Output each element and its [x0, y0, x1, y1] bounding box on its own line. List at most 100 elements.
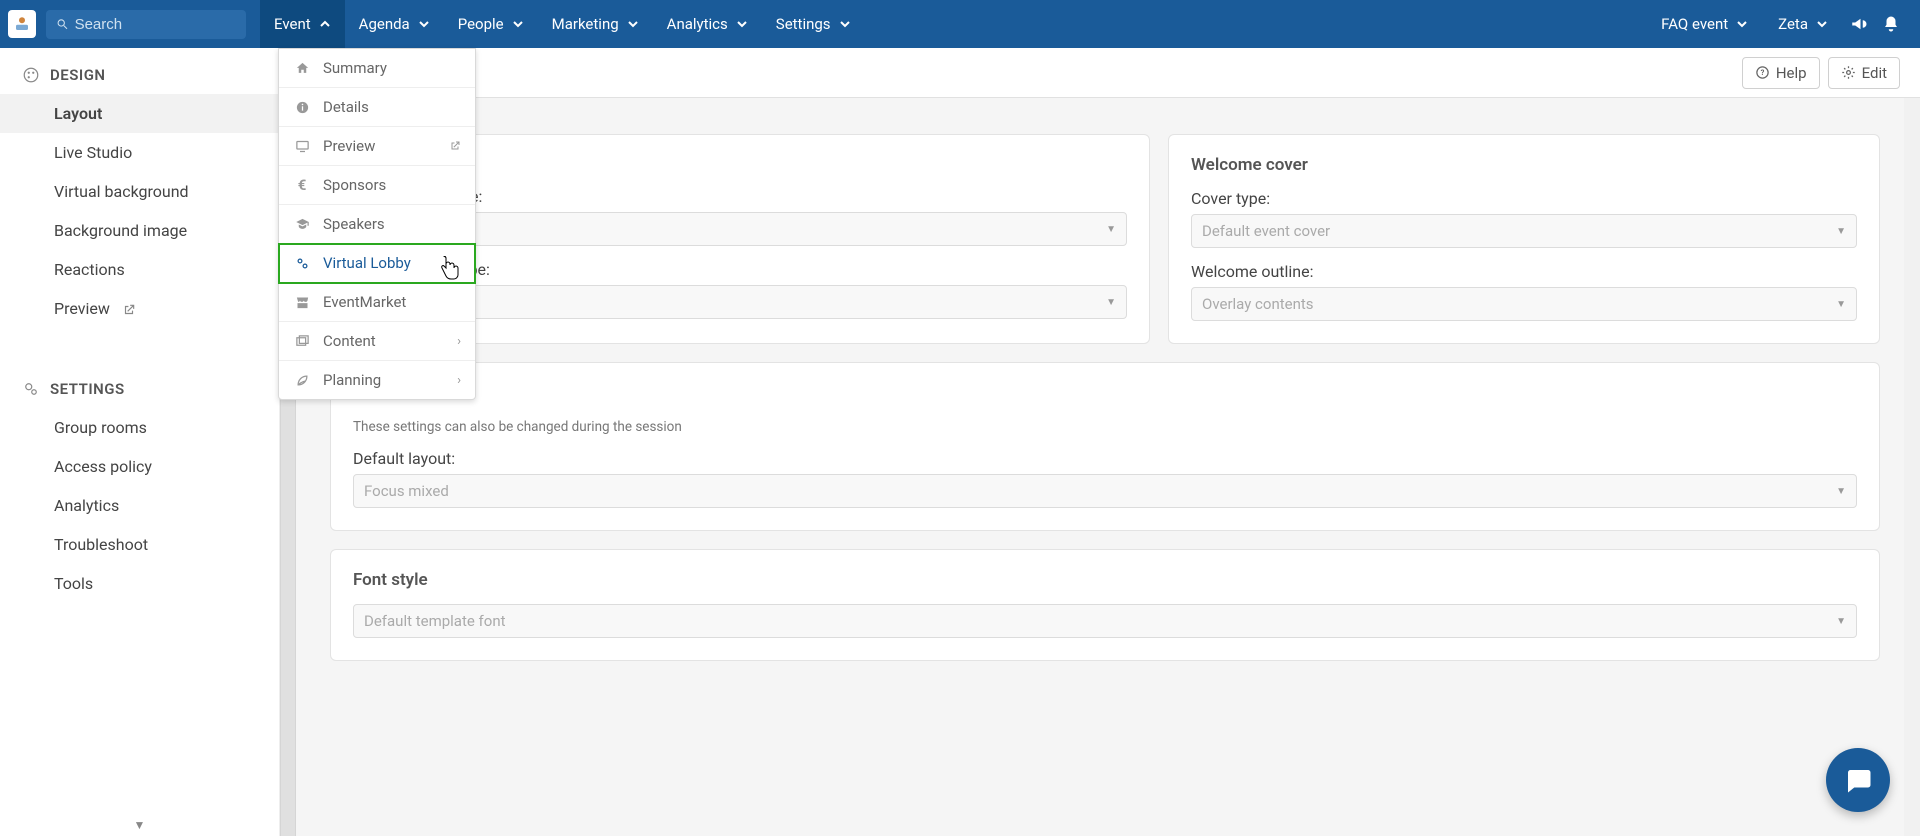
- info-icon: [293, 100, 311, 115]
- chat-fab[interactable]: [1826, 748, 1890, 812]
- dd-item-preview[interactable]: Preview: [279, 127, 475, 166]
- nav-marketing[interactable]: Marketing: [538, 0, 653, 48]
- nav-user-label: Zeta: [1778, 15, 1808, 33]
- svg-text:?: ?: [1760, 68, 1764, 77]
- sidebar-item-access-policy[interactable]: Access policy: [0, 447, 279, 486]
- nav-people-label: People: [458, 15, 504, 33]
- chevron-right-icon: ›: [457, 334, 461, 349]
- dd-label: Preview: [323, 137, 375, 155]
- app-logo[interactable]: [8, 10, 36, 38]
- dd-item-virtual-lobby[interactable]: Virtual Lobby: [279, 244, 475, 283]
- images-icon: [293, 334, 311, 349]
- dd-item-sponsors[interactable]: € Sponsors: [279, 166, 475, 205]
- chevron-down-icon: [736, 18, 748, 30]
- dropdown-caret-icon: ▼: [1106, 297, 1116, 308]
- search-icon: [56, 17, 69, 31]
- nav-faq-event[interactable]: FAQ event: [1653, 15, 1756, 33]
- dropdown-caret-icon: ▼: [1106, 224, 1116, 235]
- default-layout-select[interactable]: Focus mixed ▼: [353, 474, 1857, 508]
- nav-marketing-label: Marketing: [552, 15, 619, 33]
- gears-icon: [22, 380, 40, 398]
- edit-button[interactable]: Edit: [1828, 57, 1900, 89]
- dd-item-planning[interactable]: Planning ›: [279, 361, 475, 399]
- cover-type-select[interactable]: Default event cover ▼: [1191, 214, 1857, 248]
- layout-card: These settings can also be changed durin…: [330, 362, 1880, 531]
- nav-faq-event-label: FAQ event: [1661, 15, 1728, 33]
- default-layout-label: Default layout:: [353, 449, 1857, 468]
- welcome-cover-card: Welcome cover Cover type: Default event …: [1168, 134, 1880, 344]
- right-nav: FAQ event Zeta: [1653, 15, 1900, 33]
- font-style-title: Font style: [353, 570, 1857, 590]
- chevron-down-icon: [1736, 18, 1748, 30]
- nav-event-label: Event: [274, 15, 311, 33]
- sidebar-scroll-down-icon[interactable]: ▼: [134, 818, 146, 832]
- external-link-icon: [122, 299, 136, 318]
- help-button[interactable]: ? Help: [1742, 57, 1820, 89]
- graduation-icon: [293, 217, 311, 232]
- dd-label: Planning: [323, 371, 381, 389]
- page-scrollbar[interactable]: [1904, 98, 1920, 836]
- sidebar-item-virtual-background[interactable]: Virtual background: [0, 172, 279, 211]
- sidebar-design-label: DESIGN: [50, 66, 106, 84]
- euro-icon: €: [293, 176, 311, 194]
- nav-event[interactable]: Event: [260, 0, 345, 48]
- nav-settings[interactable]: Settings: [762, 0, 865, 48]
- external-link-icon: [449, 140, 461, 152]
- sidebar-item-layout[interactable]: Layout: [0, 94, 279, 133]
- top-nav: Event Agenda People Marketing Analytics …: [0, 0, 1920, 48]
- dd-item-summary[interactable]: Summary: [279, 49, 475, 88]
- sidebar-item-tools[interactable]: Tools: [0, 564, 279, 603]
- search-box[interactable]: [46, 10, 246, 39]
- sidebar-item-live-studio[interactable]: Live Studio: [0, 133, 279, 172]
- chat-icon: [1843, 765, 1873, 795]
- sidebar-settings-title: SETTINGS: [0, 362, 279, 408]
- font-style-value: Default template font: [364, 612, 506, 630]
- dd-item-content[interactable]: Content ›: [279, 322, 475, 361]
- dropdown-caret-icon: ▼: [1836, 226, 1846, 237]
- sidebar-item-group-rooms[interactable]: Group rooms: [0, 408, 279, 447]
- sidebar-item-troubleshoot[interactable]: Troubleshoot: [0, 525, 279, 564]
- welcome-outline-value: Overlay contents: [1202, 295, 1314, 313]
- bg-type-label: pe:: [461, 187, 1127, 206]
- nav-people[interactable]: People: [444, 0, 538, 48]
- sidebar-item-analytics[interactable]: Analytics: [0, 486, 279, 525]
- nav-user-zeta[interactable]: Zeta: [1770, 15, 1836, 33]
- nav-agenda[interactable]: Agenda: [345, 0, 444, 48]
- chevron-down-icon: [1816, 18, 1828, 30]
- layout-hint: These settings can also be changed durin…: [353, 419, 1857, 435]
- sidebar-item-background-image[interactable]: Background image: [0, 211, 279, 250]
- welcome-outline-select[interactable]: Overlay contents ▼: [1191, 287, 1857, 321]
- content-area: ? Help Edit pe: ▼: [280, 48, 1920, 836]
- sidebar-item-preview[interactable]: Preview: [0, 289, 279, 328]
- sidebar-item-reactions[interactable]: Reactions: [0, 250, 279, 289]
- dd-label: EventMarket: [323, 293, 406, 311]
- chevron-down-icon: [418, 18, 430, 30]
- event-dropdown: Summary Details Preview € Sponsors Speak…: [278, 48, 476, 400]
- dd-label: Virtual Lobby: [323, 254, 411, 272]
- welcome-cover-title: Welcome cover: [1191, 155, 1857, 175]
- dd-label: Summary: [323, 59, 387, 77]
- dd-item-details[interactable]: Details: [279, 88, 475, 127]
- chevron-down-icon: [627, 18, 639, 30]
- search-input[interactable]: [75, 16, 236, 33]
- dec-type-label: ype:: [461, 260, 1127, 279]
- chevron-right-icon: ›: [457, 373, 461, 388]
- edit-label: Edit: [1862, 64, 1887, 82]
- nav-analytics[interactable]: Analytics: [653, 0, 762, 48]
- announcements-icon[interactable]: [1850, 15, 1868, 33]
- dd-item-speakers[interactable]: Speakers: [279, 205, 475, 244]
- sidebar-item-preview-label: Preview: [54, 299, 110, 318]
- bg-type-select[interactable]: ▼: [461, 212, 1127, 246]
- dec-type-select[interactable]: ▼: [461, 285, 1127, 319]
- nav-agenda-label: Agenda: [359, 15, 410, 33]
- monitor-icon: [293, 139, 311, 154]
- subheader: ? Help Edit: [280, 48, 1920, 98]
- notifications-icon[interactable]: [1882, 15, 1900, 33]
- dd-item-eventmarket[interactable]: EventMarket: [279, 283, 475, 322]
- home-icon: [293, 61, 311, 76]
- logo-icon: [13, 15, 31, 33]
- font-style-select[interactable]: Default template font ▼: [353, 604, 1857, 638]
- chevron-down-icon: [512, 18, 524, 30]
- help-label: Help: [1776, 64, 1807, 82]
- gear-icon: [1841, 65, 1856, 80]
